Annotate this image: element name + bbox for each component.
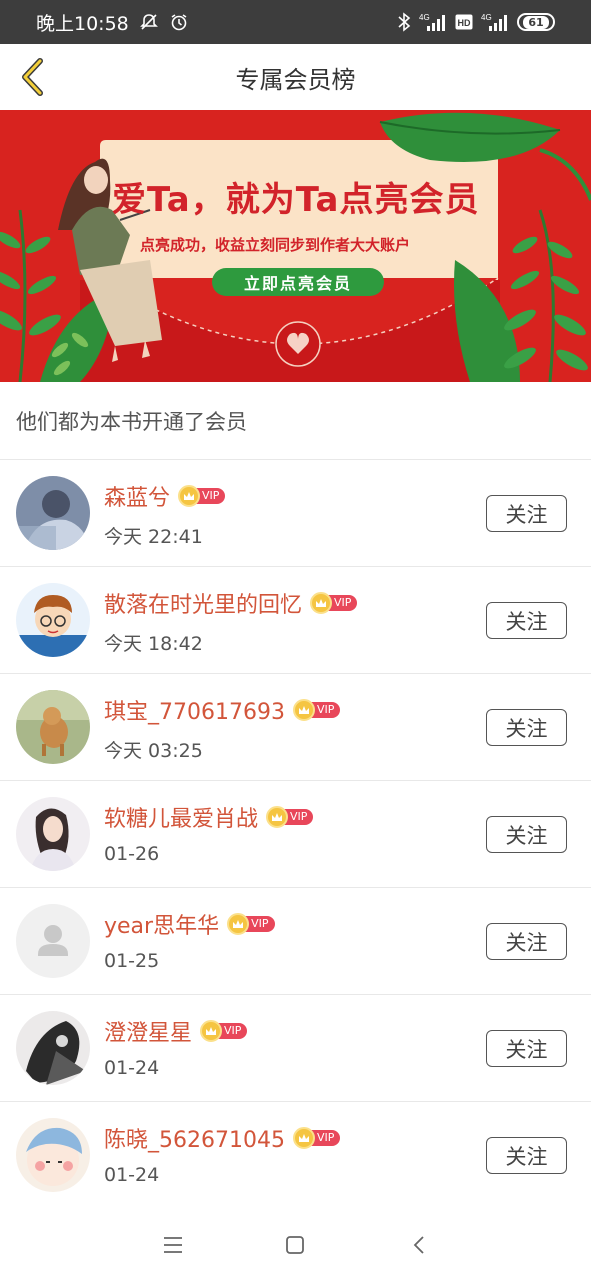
- avatar[interactable]: [16, 690, 90, 764]
- battery-level: 61: [523, 15, 549, 29]
- network-label-1: 4G: [419, 13, 430, 22]
- back-key[interactable]: [404, 1230, 434, 1260]
- menu-icon: [164, 1237, 182, 1253]
- crown-icon: [227, 913, 250, 935]
- status-bar: 晚上10:58 4G HD 4G 61: [0, 0, 591, 44]
- member-time: 01-25: [104, 950, 160, 972]
- vip-badge: VIP: [227, 913, 275, 935]
- title-bar: 专属会员榜: [0, 44, 591, 110]
- home-key[interactable]: [280, 1230, 310, 1260]
- crown-icon: [178, 485, 201, 507]
- member-name[interactable]: 软糖儿最爱肖战: [104, 801, 258, 833]
- avatar[interactable]: [16, 476, 90, 550]
- list-item[interactable]: year思年华 VIP 01-25 关注: [0, 888, 591, 995]
- member-name[interactable]: 森蓝兮: [104, 480, 170, 512]
- hd-label: HD: [458, 18, 471, 28]
- vip-badge: VIP: [292, 1127, 341, 1149]
- follow-button[interactable]: 关注: [486, 602, 567, 639]
- vip-badge: VIP: [310, 592, 358, 614]
- signal-icon: 4G: [419, 12, 447, 32]
- list-item[interactable]: 软糖儿最爱肖战 VIP 01-26 关注: [0, 781, 591, 888]
- back-arrow-icon: [413, 1236, 424, 1254]
- avatar[interactable]: [16, 904, 90, 978]
- network-label-2: 4G: [481, 13, 492, 22]
- list-item[interactable]: 陈晓_562671045 VIP 01-24 关注: [0, 1102, 591, 1209]
- light-up-member-button[interactable]: 立即点亮会员: [212, 268, 384, 296]
- member-time: 今天 18:42: [104, 633, 203, 655]
- crown-icon: [310, 592, 333, 614]
- member-time: 01-24: [104, 1057, 160, 1079]
- hd-icon: HD: [455, 14, 473, 30]
- menu-key[interactable]: [158, 1230, 188, 1260]
- list-item[interactable]: 森蓝兮 VIP 今天 22:41 关注: [0, 460, 591, 567]
- page-title: 专属会员榜: [235, 65, 356, 94]
- follow-button[interactable]: 关注: [486, 816, 567, 853]
- member-name[interactable]: year思年华: [104, 908, 219, 940]
- crown-icon: [292, 1127, 315, 1149]
- notifications-off-icon: [139, 12, 159, 32]
- member-time: 01-24: [104, 1164, 160, 1186]
- member-name[interactable]: 散落在时光里的回忆: [104, 587, 302, 619]
- member-time: 今天 03:25: [104, 740, 203, 762]
- battery-icon: 61: [517, 13, 555, 31]
- follow-button[interactable]: 关注: [486, 923, 567, 960]
- follow-button[interactable]: 关注: [486, 1137, 567, 1174]
- member-name[interactable]: 琪宝_770617693: [104, 694, 285, 726]
- bluetooth-icon: [397, 12, 411, 32]
- home-square-icon: [286, 1236, 304, 1254]
- list-item[interactable]: 琪宝_770617693 VIP 今天 03:25 关注: [0, 674, 591, 781]
- follow-button[interactable]: 关注: [486, 1030, 567, 1067]
- crown-icon: [292, 699, 315, 721]
- avatar[interactable]: [16, 583, 90, 657]
- signal-icon-2: 4G: [481, 12, 509, 32]
- promo-banner[interactable]: 爱Ta，就为Ta点亮会员 点亮成功，收益立刻同步到作者大大账户 立即点亮会员: [0, 110, 591, 382]
- vip-badge: VIP: [178, 485, 226, 507]
- member-time: 01-26: [104, 843, 160, 865]
- member-name[interactable]: 陈晓_562671045: [104, 1122, 285, 1154]
- alarm-icon: [169, 12, 189, 32]
- follow-button[interactable]: 关注: [486, 495, 567, 532]
- follow-button[interactable]: 关注: [486, 709, 567, 746]
- banner-subtitle: 点亮成功，收益立刻同步到作者大大账户: [140, 236, 411, 254]
- avatar[interactable]: [16, 1011, 90, 1085]
- member-list: 森蓝兮 VIP 今天 22:41 关注 散落在时光里的回忆 VIP 今天 18:…: [0, 460, 591, 1209]
- banner-title: 爱Ta，就为Ta点亮会员: [112, 180, 480, 220]
- vip-badge: VIP: [200, 1020, 248, 1042]
- system-nav-bar: [0, 1208, 591, 1280]
- avatar[interactable]: [16, 1118, 90, 1192]
- status-time: 晚上10:58: [36, 12, 129, 35]
- member-time: 今天 22:41: [104, 526, 203, 548]
- chevron-left-icon: [22, 58, 43, 96]
- back-button[interactable]: [10, 54, 56, 100]
- list-item[interactable]: 澄澄星星 VIP 01-24 关注: [0, 995, 591, 1102]
- vip-badge: VIP: [266, 806, 314, 828]
- list-item[interactable]: 散落在时光里的回忆 VIP 今天 18:42 关注: [0, 567, 591, 674]
- crown-icon: [200, 1020, 223, 1042]
- section-title: 他们都为本书开通了会员: [0, 382, 591, 460]
- avatar[interactable]: [16, 797, 90, 871]
- member-name[interactable]: 澄澄星星: [104, 1015, 192, 1047]
- crown-icon: [266, 806, 289, 828]
- vip-badge: VIP: [292, 699, 341, 721]
